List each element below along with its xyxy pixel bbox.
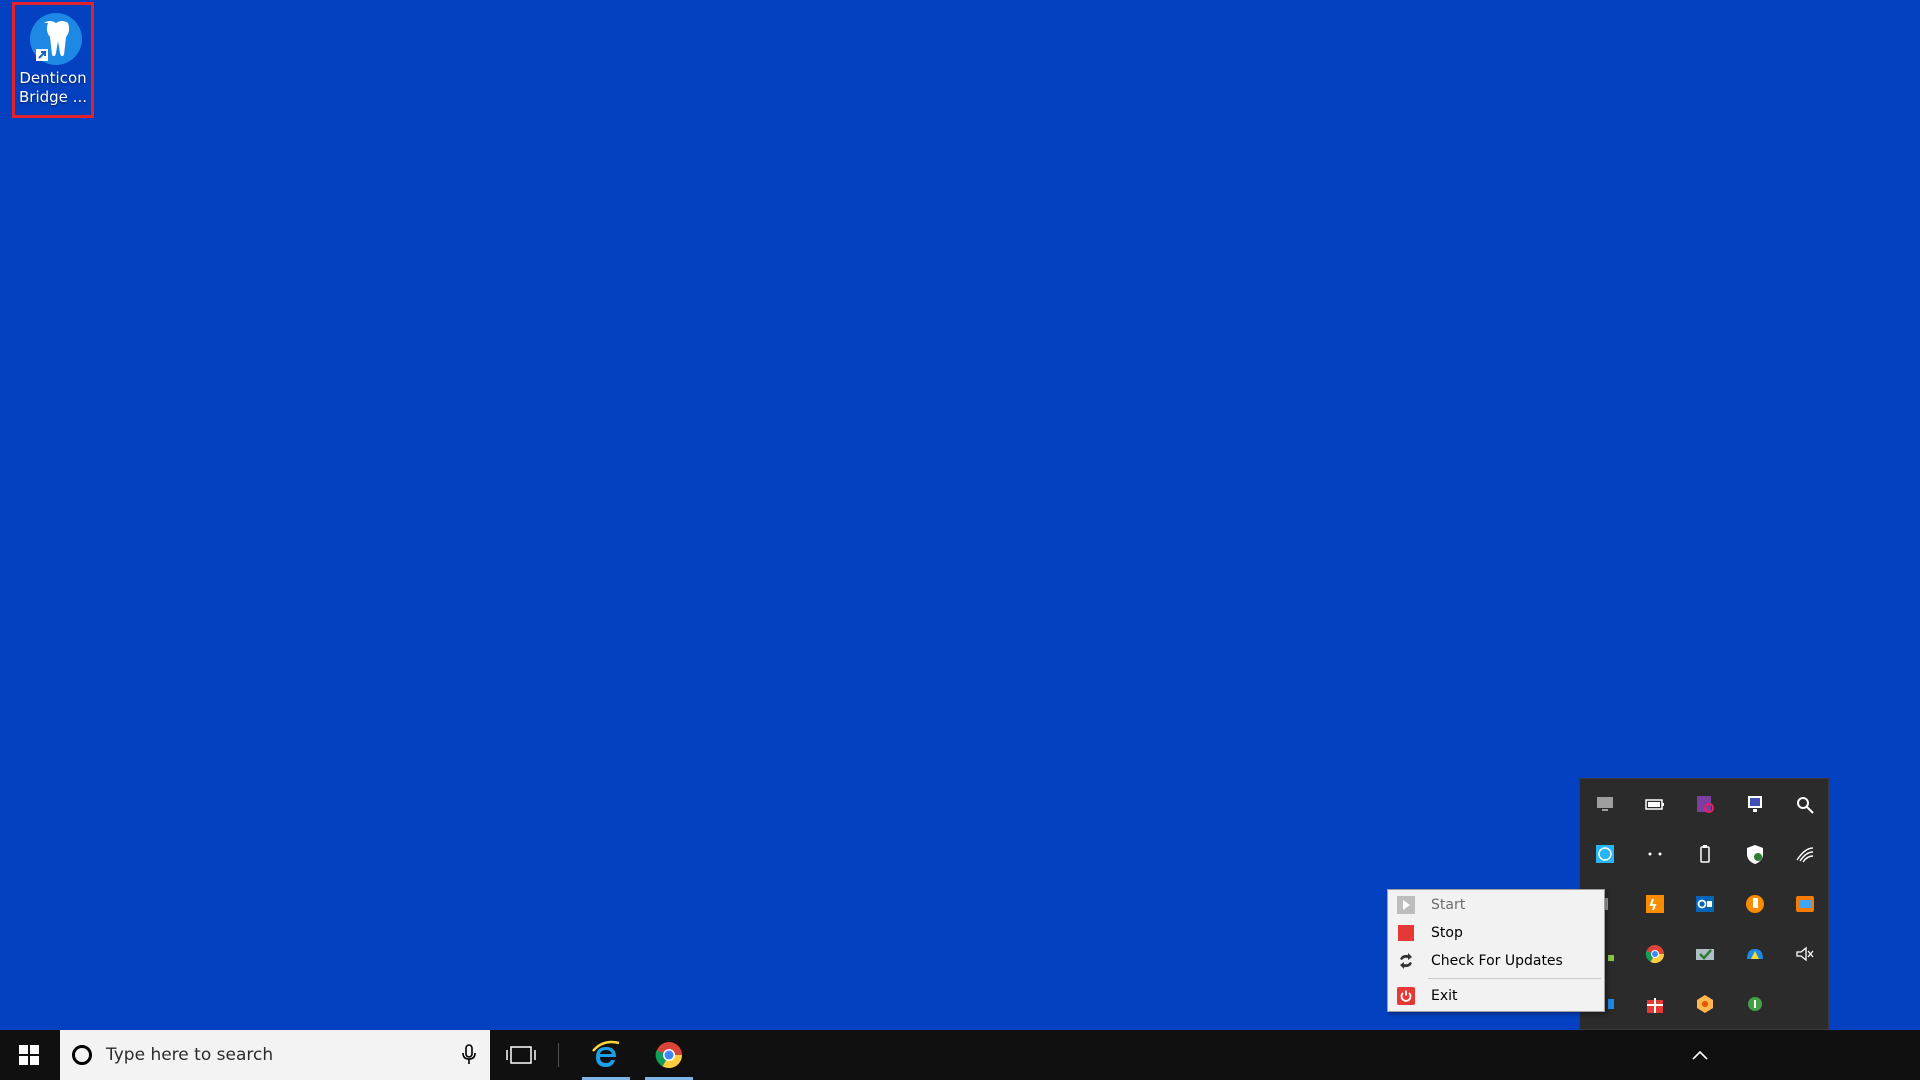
- refresh-icon: [1396, 951, 1416, 971]
- menu-item-label: Stop: [1431, 925, 1463, 941]
- play-icon: [1396, 895, 1416, 915]
- chevron-up-icon[interactable]: [1688, 1044, 1712, 1066]
- chrome-icon: [655, 1042, 683, 1069]
- defender-shield-icon[interactable]: [1730, 829, 1780, 879]
- desktop-shortcut-label: Denticon Bridge ...: [19, 69, 87, 106]
- menu-item-exit[interactable]: Exit: [1389, 983, 1603, 1009]
- internet-explorer-icon: [592, 1040, 620, 1067]
- search-placeholder: Type here to search: [106, 1045, 274, 1065]
- gear-app-icon[interactable]: [1680, 979, 1730, 1029]
- green-badge-icon[interactable]: [1730, 979, 1780, 1029]
- menu-item-check-for-updates[interactable]: Check For Updates: [1389, 948, 1603, 974]
- task-view-icon[interactable]: [503, 1042, 539, 1068]
- chrome-icon[interactable]: [1630, 929, 1680, 979]
- start-button[interactable]: [0, 1030, 58, 1080]
- orange-app-icon[interactable]: [1630, 879, 1680, 929]
- monitor-icon[interactable]: [1580, 779, 1630, 829]
- satellite-icon[interactable]: [1780, 779, 1830, 829]
- taskbar: Type here to search: [0, 1030, 1920, 1080]
- dots-icon[interactable]: [1630, 829, 1680, 879]
- taskbar-divider: [558, 1043, 559, 1067]
- taskbar-search-box[interactable]: Type here to search: [60, 1030, 490, 1080]
- speaker-muted-icon[interactable]: [1780, 929, 1830, 979]
- chart-icon[interactable]: [1730, 879, 1780, 929]
- power-icon: [1396, 986, 1416, 1006]
- remote-icon[interactable]: [1780, 879, 1830, 929]
- menu-item-stop[interactable]: Stop: [1389, 920, 1603, 946]
- onenote-clip-icon[interactable]: [1680, 779, 1730, 829]
- battery-icon[interactable]: [1630, 779, 1680, 829]
- taskbar-internet-explorer[interactable]: [580, 1030, 632, 1080]
- taskbar-google-chrome[interactable]: [643, 1030, 695, 1080]
- checkmark-tray-icon[interactable]: [1680, 929, 1730, 979]
- display-manager-icon[interactable]: [1730, 779, 1780, 829]
- wifi-icon[interactable]: [1780, 829, 1830, 879]
- stop-icon: [1396, 923, 1416, 943]
- outlook-icon[interactable]: [1680, 879, 1730, 929]
- menu-item-start[interactable]: Start: [1389, 892, 1603, 918]
- usb-drive-icon[interactable]: [1680, 829, 1730, 879]
- desktop-shortcut-denticon-bridge[interactable]: Denticon Bridge ...: [12, 2, 94, 118]
- network-globe-icon[interactable]: [1580, 829, 1630, 879]
- menu-item-label: Start: [1431, 897, 1466, 913]
- tray-overflow-panel: [1579, 778, 1829, 1030]
- tooth-globe-icon: [30, 13, 82, 65]
- tray-context-menu: Start Stop Check For Updates Exit: [1387, 889, 1605, 1012]
- menu-item-label: Exit: [1431, 988, 1458, 1004]
- windows-logo-icon: [19, 1045, 39, 1065]
- microphone-icon[interactable]: [462, 1044, 476, 1066]
- menu-item-label: Check For Updates: [1431, 953, 1563, 969]
- cortana-icon: [72, 1045, 92, 1065]
- menu-separator: [1428, 978, 1601, 979]
- gift-icon[interactable]: [1630, 979, 1680, 1029]
- cloud-icon[interactable]: [1730, 929, 1780, 979]
